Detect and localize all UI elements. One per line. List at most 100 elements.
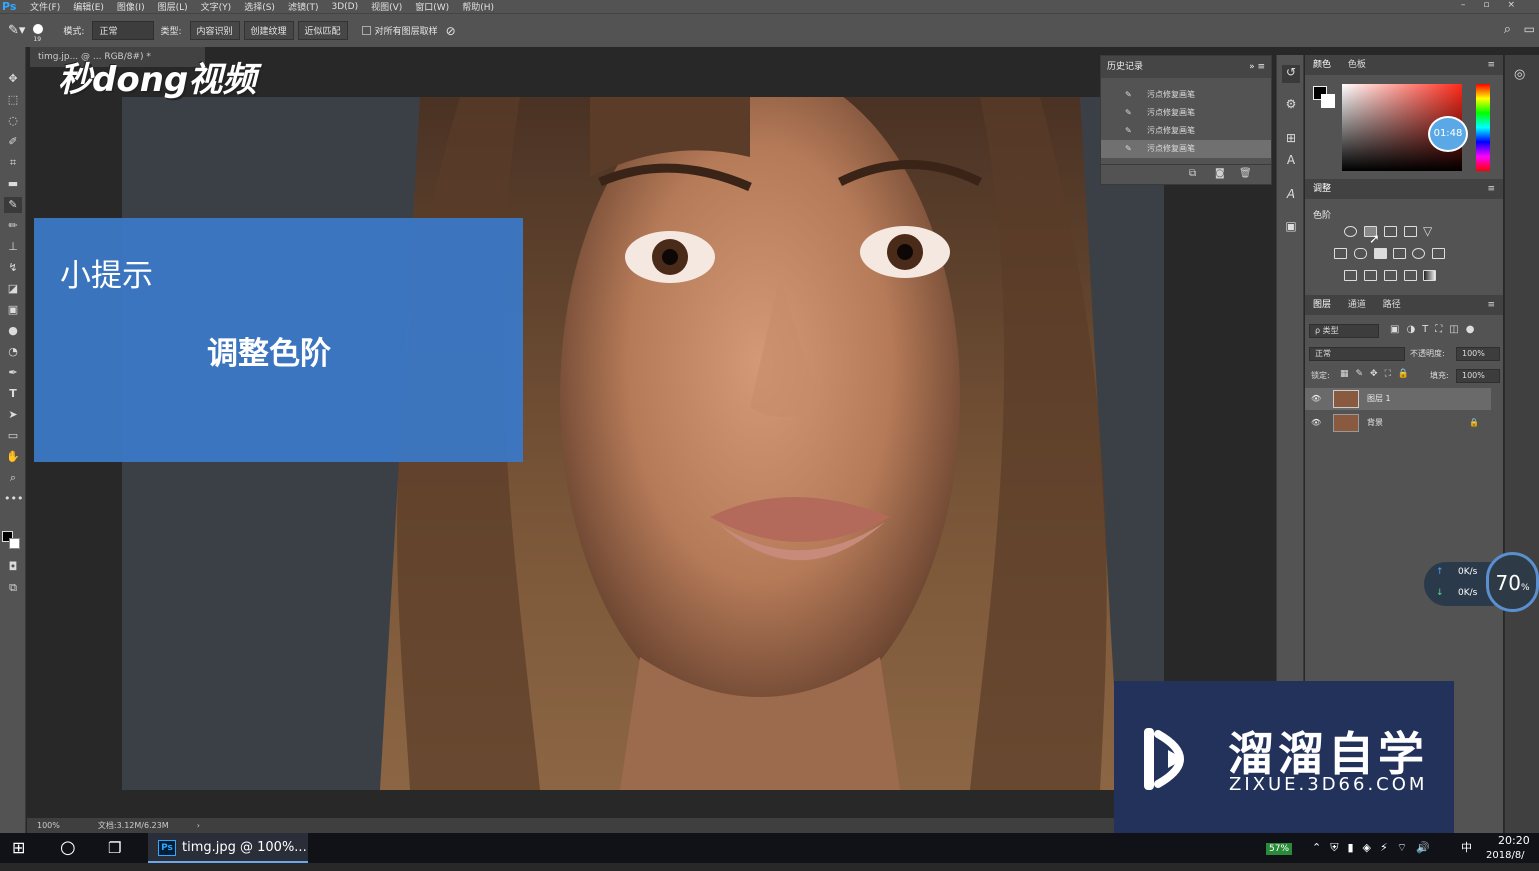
exposure-icon[interactable] <box>1404 226 1417 237</box>
menu-image[interactable]: 图像(I) <box>117 0 145 13</box>
quick-select-tool-icon[interactable]: ✐ <box>4 134 22 150</box>
tray-icons[interactable]: ⌃⛨▮◈⚡⌔🔊 <box>1312 833 1439 863</box>
history-menu-icon[interactable]: » ≡ <box>1249 56 1265 78</box>
history-row[interactable]: ✎ 污点修复画笔 <box>1101 104 1271 122</box>
threshold-icon[interactable] <box>1384 270 1397 281</box>
healing-tool-icon[interactable]: ✎ <box>4 197 22 213</box>
menu-help[interactable]: 帮助(H) <box>462 0 494 13</box>
black-white-icon[interactable] <box>1374 248 1387 259</box>
panel-menu-icon[interactable]: ≡ <box>1487 55 1495 75</box>
healing-brush-icon[interactable]: ✎▾ <box>8 23 25 38</box>
path-select-tool-icon[interactable]: ➤ <box>4 407 22 423</box>
memory-percent-circle[interactable]: 70% <box>1486 552 1539 612</box>
window-controls[interactable]: –▫× <box>1461 0 1533 10</box>
blend-mode-select[interactable]: 正常 <box>1309 347 1405 361</box>
background-swatch[interactable] <box>1321 94 1335 108</box>
content-aware-button[interactable]: 内容识别 <box>189 21 240 40</box>
status-arrow-icon[interactable]: › <box>197 821 200 830</box>
fill-input[interactable]: 100% <box>1456 369 1500 383</box>
layer-filter-select[interactable]: ρ 类型 <box>1309 324 1379 338</box>
eyedropper-tool-icon[interactable]: ▬ <box>4 176 22 192</box>
eye-visibility-icon[interactable]: 👁 <box>1311 388 1321 410</box>
opacity-input[interactable]: 100% <box>1456 347 1500 361</box>
background-color-swatch[interactable] <box>9 538 20 549</box>
menu-layer[interactable]: 图层(L) <box>158 0 188 13</box>
character-panel-icon[interactable]: A <box>1282 153 1300 171</box>
clock-date[interactable]: 2018/8/ <box>1486 841 1525 871</box>
crop-tool-icon[interactable]: ⌗ <box>4 155 22 171</box>
move-tool-icon[interactable]: ✥ <box>4 71 22 87</box>
tab-channels[interactable]: 通道 <box>1348 300 1366 310</box>
more-tools-icon[interactable]: ••• <box>4 491 23 507</box>
hue-slider[interactable] <box>1476 84 1490 171</box>
invert-icon[interactable] <box>1344 270 1357 281</box>
task-view-icon[interactable]: ❐ <box>108 833 121 863</box>
vibrance-icon[interactable]: ▽ <box>1423 224 1432 238</box>
tab-paths[interactable]: 路径 <box>1383 300 1401 310</box>
color-balance-icon[interactable] <box>1354 248 1367 259</box>
gradient-tool-icon[interactable]: ▣ <box>4 302 22 318</box>
layer-row[interactable]: 👁 背景 🔒 <box>1305 412 1491 434</box>
layer-filter-icons[interactable]: ▣◑T⛶◫● <box>1390 324 1481 335</box>
dodge-tool-icon[interactable]: ◔ <box>4 344 22 360</box>
history-row[interactable]: ✎ 污点修复画笔 <box>1101 122 1271 140</box>
menu-3d[interactable]: 3D(D) <box>331 2 358 12</box>
windows-start-icon[interactable]: ⊞ <box>12 833 25 863</box>
mode-select[interactable]: 正常 <box>92 21 155 40</box>
type-tool-icon[interactable]: T <box>4 386 22 402</box>
menu-file[interactable]: 文件(F) <box>30 0 60 13</box>
brightness-contrast-icon[interactable] <box>1344 226 1357 237</box>
posterize-icon[interactable] <box>1364 270 1377 281</box>
hand-tool-icon[interactable]: ✋ <box>4 449 22 465</box>
blur-tool-icon[interactable]: ● <box>4 323 22 339</box>
sample-all-checkbox[interactable] <box>361 26 371 35</box>
menu-view[interactable]: 视图(V) <box>371 0 402 13</box>
pressure-icon[interactable]: ⊘ <box>446 24 456 38</box>
new-document-icon[interactable]: ⧉ <box>1189 168 1196 179</box>
stamp-tool-icon[interactable]: ⊥ <box>4 239 22 255</box>
fg-bg-swatches[interactable] <box>1313 86 1337 110</box>
menu-select[interactable]: 选择(S) <box>244 0 275 13</box>
hue-saturation-icon[interactable] <box>1334 248 1347 259</box>
shape-tool-icon[interactable]: ▭ <box>4 428 22 444</box>
tool-presets-icon[interactable]: ⊞ <box>1282 131 1300 149</box>
menu-type[interactable]: 文字(Y) <box>201 0 232 13</box>
delete-trash-icon[interactable]: 🗑 <box>1239 168 1252 179</box>
brush-tool-icon[interactable]: ✏ <box>4 218 22 234</box>
search-icon[interactable]: ⌕ <box>1504 22 1511 37</box>
gradient-map-icon[interactable] <box>1423 270 1436 281</box>
lasso-tool-icon[interactable]: ◌ <box>4 113 22 129</box>
panel-icon[interactable]: ◎ <box>1514 67 1525 82</box>
paragraph-panel-icon[interactable]: A <box>1282 187 1300 205</box>
pen-tool-icon[interactable]: ✒ <box>4 365 22 381</box>
screen-mode-icon[interactable]: ⧉ <box>4 580 22 596</box>
history-panel-icon[interactable]: ↺ <box>1282 65 1300 83</box>
ime-indicator[interactable]: 中 <box>1461 833 1472 863</box>
menu-filter[interactable]: 滤镜(T) <box>288 0 319 13</box>
history-brush-tool-icon[interactable]: ↯ <box>4 260 22 276</box>
lock-icons[interactable]: ▦✎✥⛶🔒 <box>1340 369 1416 379</box>
menu-edit[interactable]: 编辑(E) <box>73 0 104 13</box>
tab-swatches[interactable]: 色板 <box>1348 60 1366 70</box>
eraser-tool-icon[interactable]: ◪ <box>4 281 22 297</box>
panel-menu-icon[interactable]: ≡ <box>1487 179 1495 199</box>
zoom-tool-icon[interactable]: ⌕ <box>4 470 22 486</box>
selective-color-icon[interactable] <box>1404 270 1417 281</box>
quick-mask-icon[interactable]: ◘ <box>4 559 22 575</box>
cortana-search-icon[interactable]: ○ <box>60 833 76 863</box>
create-texture-button[interactable]: 创建纹理 <box>243 21 294 40</box>
proximity-match-button[interactable]: 近似匹配 <box>297 21 348 40</box>
tab-layers[interactable]: 图层 <box>1313 300 1331 310</box>
eye-visibility-icon[interactable]: 👁 <box>1311 412 1321 434</box>
marquee-tool-icon[interactable]: ⬚ <box>4 92 22 108</box>
color-lookup-icon[interactable] <box>1432 248 1445 259</box>
workspace-icon[interactable]: ▭ <box>1524 22 1535 36</box>
panel-menu-icon[interactable]: ≡ <box>1487 295 1495 315</box>
snapshot-camera-icon[interactable]: ◙ <box>1215 168 1225 179</box>
brush-preset-picker[interactable]: 19 <box>33 24 44 43</box>
glyphs-panel-icon[interactable]: ▣ <box>1282 219 1300 237</box>
brush-settings-icon[interactable]: ⚙ <box>1282 97 1300 115</box>
menu-window[interactable]: 窗口(W) <box>415 0 449 13</box>
history-row[interactable]: ✎ 污点修复画笔 <box>1101 86 1271 104</box>
photo-filter-icon[interactable] <box>1393 248 1406 259</box>
